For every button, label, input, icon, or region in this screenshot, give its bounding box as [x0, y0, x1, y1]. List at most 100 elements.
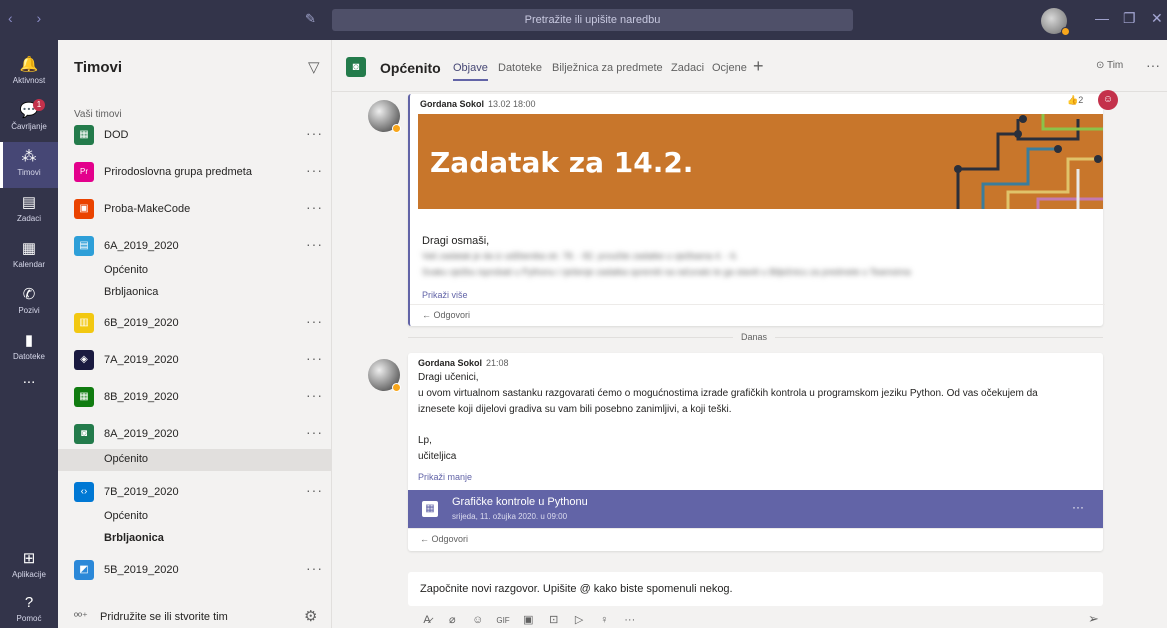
close-button[interactable]: ✕ — [1151, 10, 1163, 27]
rail-item-activity[interactable]: 🔔 Aktivnost — [0, 50, 58, 96]
team-item[interactable]: Pr Prirodoslovna grupa predmeta ··· — [58, 158, 332, 188]
emoji-icon[interactable]: ☺ — [469, 614, 487, 626]
more-options-icon[interactable]: ··· — [306, 350, 323, 366]
format-icon[interactable]: A̷ — [418, 614, 436, 626]
assignments-icon: ▤ — [21, 194, 37, 211]
more-options-icon[interactable]: ··· — [306, 199, 323, 215]
meet-now-icon[interactable]: ⊡ — [545, 613, 563, 626]
team-item[interactable]: ◙ 8A_2019_2020 ··· — [58, 420, 332, 450]
more-options-icon[interactable]: ··· — [306, 387, 323, 403]
settings-icon[interactable]: ⚙ — [304, 607, 317, 625]
tab-assignments[interactable]: Zadaci — [671, 62, 704, 74]
message-line: Lp, — [418, 435, 432, 446]
reaction-button-icon[interactable]: ☺ — [1098, 90, 1118, 110]
team-item[interactable]: ▣ Proba-MakeCode ··· — [58, 195, 332, 225]
more-options-icon[interactable]: ··· — [306, 313, 323, 329]
reply-button[interactable]: ← Odgovori — [408, 528, 1103, 550]
team-name: Proba-MakeCode — [104, 203, 191, 215]
rail-item-more[interactable]: ... — [0, 360, 58, 406]
channel-item-active[interactable]: Općenito — [58, 449, 332, 471]
team-logo-icon: ▦ — [74, 387, 94, 407]
team-item[interactable]: ▦ DOD ··· — [58, 121, 332, 151]
channel-item[interactable]: Brbljaonica — [58, 528, 332, 550]
join-team-icon: ºº⁺ — [74, 611, 88, 623]
message-line: Dragi osmaši, — [422, 235, 490, 247]
message-line: u ovom virtualnom sastanku razgovarati ć… — [418, 388, 1038, 399]
back-forward-nav[interactable]: ‹ › — [8, 10, 51, 26]
more-options-icon[interactable]: ··· — [1072, 500, 1084, 514]
author-name: Gordana Sokol — [418, 358, 483, 368]
rail-item-calendar[interactable]: ▦ Kalendar — [0, 234, 58, 280]
team-item[interactable]: ▦ 8B_2019_2020 ··· — [58, 383, 332, 413]
more-options-icon[interactable]: ··· — [306, 125, 323, 141]
post-card: Gordana Sokol 21:08 Dragi učenici, u ovom… — [408, 353, 1103, 551]
more-options-icon[interactable]: ··· — [621, 614, 639, 626]
join-or-create-team[interactable]: ºº⁺ Pridružite se ili stvorite tim ⚙ — [58, 606, 332, 628]
app-rail: 🔔 Aktivnost 💬 Čavrljanje 1 ⁂ Timovi ▤ Za… — [0, 40, 58, 628]
meeting-card[interactable]: ▦ Grafičke kontrole u Pythonu srijeda, 1… — [408, 490, 1103, 528]
sticker-icon[interactable]: ▣ — [519, 613, 537, 626]
team-logo-icon: ‹› — [74, 482, 94, 502]
team-item[interactable]: ▥ 6B_2019_2020 ··· — [58, 309, 332, 339]
add-tab-button[interactable]: + — [753, 56, 764, 77]
rail-label: Timovi — [17, 168, 41, 177]
rail-item-apps[interactable]: ⊞ Aplikacije — [0, 544, 58, 590]
tab-grades[interactable]: Ocjene — [712, 62, 747, 74]
reply-button[interactable]: ← Odgovori — [410, 304, 1105, 326]
post-card: Gordana Sokol 13.02 18:00 👍2 ☺ Zadatak z… — [408, 90, 1118, 326]
rail-item-calls[interactable]: ✆ Pozivi — [0, 280, 58, 326]
channel-name: Općenito — [104, 264, 149, 276]
compose-toolbar: A̷ ⌀ ☺ GIF ▣ ⊡ ▷ ♀ ··· — [418, 612, 643, 628]
more-options-icon[interactable]: ··· — [306, 482, 323, 498]
tab-posts[interactable]: Objave — [453, 62, 488, 81]
team-item[interactable]: ◩ 5B_2019_2020 ··· — [58, 556, 332, 586]
show-more-link[interactable]: Prikaži više — [422, 290, 468, 300]
filter-icon[interactable]: ▽ — [308, 58, 320, 76]
gif-icon[interactable]: GIF — [494, 616, 512, 625]
maximize-button[interactable]: ❐ — [1123, 10, 1136, 27]
status-indicator — [392, 383, 401, 392]
minimize-button[interactable]: — — [1095, 10, 1109, 26]
team-logo-icon: ▦ — [74, 125, 94, 145]
compose-icon[interactable]: ✎ — [305, 11, 321, 27]
rail-item-chat[interactable]: 💬 Čavrljanje 1 — [0, 96, 58, 142]
meeting-title: Grafičke kontrole u Pythonu — [452, 496, 588, 508]
channel-name: Općenito — [104, 453, 149, 465]
rail-item-teams[interactable]: ⁂ Timovi — [0, 142, 58, 188]
message-line: iznesete koji dijelovi gradiva su vam bi… — [418, 404, 732, 415]
more-options-icon[interactable]: ··· — [306, 236, 323, 252]
more-options-icon[interactable]: ··· — [1146, 57, 1160, 73]
channel-item[interactable]: Općenito — [58, 260, 332, 282]
more-options-icon[interactable]: ··· — [306, 424, 323, 440]
channel-title: Općenito — [380, 60, 441, 76]
team-name: 6A_2019_2020 — [104, 240, 179, 252]
team-name: 7A_2019_2020 — [104, 354, 179, 366]
more-options-icon[interactable]: ··· — [306, 162, 323, 178]
attach-icon[interactable]: ⌀ — [443, 613, 461, 626]
teams-icon: ⁂ — [21, 148, 37, 165]
compose-box[interactable]: Započnite novi razgovor. Upišite @ kako … — [408, 572, 1103, 606]
search-input[interactable]: Pretražite ili upišite naredbu — [332, 9, 853, 31]
channel-item[interactable]: Općenito — [58, 506, 332, 528]
more-options-icon[interactable]: ··· — [306, 560, 323, 576]
praise-icon[interactable]: ♀ — [595, 614, 613, 626]
rail-label: Čavrljanje — [11, 122, 47, 131]
send-icon[interactable]: ➢ — [1088, 611, 1099, 627]
tab-files[interactable]: Datoteke — [498, 62, 542, 74]
like-reaction[interactable]: 👍2 — [1067, 95, 1083, 106]
team-name: 6B_2019_2020 — [104, 317, 179, 329]
status-indicator — [392, 124, 401, 133]
tab-class-notebook[interactable]: Bilježnica za predmete — [552, 62, 663, 74]
show-less-link[interactable]: Prikaži manje — [418, 472, 472, 482]
stream-icon[interactable]: ▷ — [570, 613, 588, 626]
team-name: 8A_2019_2020 — [104, 428, 179, 440]
phone-icon: ✆ — [22, 286, 36, 303]
team-item[interactable]: ‹› 7B_2019_2020 ··· — [58, 478, 332, 508]
channel-item[interactable]: Brbljaonica — [58, 282, 332, 304]
team-item[interactable]: ◈ 7A_2019_2020 ··· — [58, 346, 332, 376]
team-item[interactable]: ▤ 6A_2019_2020 ··· — [58, 232, 332, 262]
status-indicator — [1061, 27, 1070, 36]
rail-item-help[interactable]: ? Pomoć — [0, 588, 58, 628]
rail-item-assignments[interactable]: ▤ Zadaci — [0, 188, 58, 234]
team-info-button[interactable]: ⊙ Tim — [1096, 60, 1123, 71]
